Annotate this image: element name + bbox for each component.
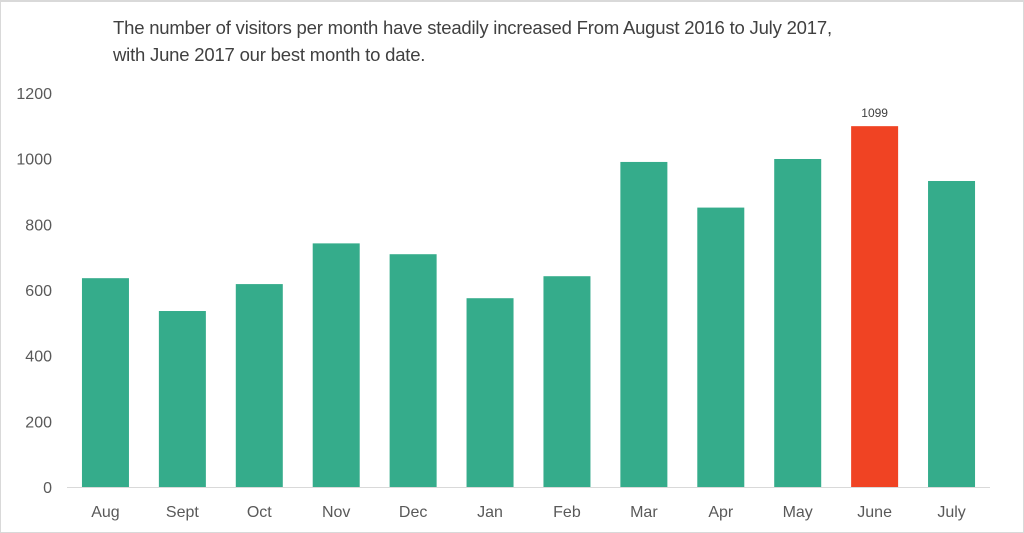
bar [466,298,514,487]
y-tick-label: 1000 [16,152,52,169]
bar [235,284,283,487]
x-tick-label: Dec [399,504,427,521]
x-tick-label: July [937,504,965,521]
x-tick-label: Jan [477,504,503,521]
x-tick-label: May [783,504,813,521]
bar [774,158,822,487]
x-tick-label: Apr [708,504,734,521]
y-tick-label: 800 [25,217,52,234]
y-tick-label: 400 [25,349,52,366]
bar [158,311,206,487]
bar [81,278,129,487]
bar [543,276,591,487]
bar-highlight [851,126,899,487]
bar-chart: 0 200 400 600 800 1000 1200 Aug Sept Oct Nov Dec Jan… [16,86,990,521]
x-tick-label: Nov [322,504,350,521]
bar [312,243,360,487]
y-tick-label: 0 [43,480,52,497]
y-tick-label: 1200 [16,86,52,103]
bar [697,207,745,488]
x-tick-label: Sept [166,504,199,521]
x-tick-label: Aug [91,504,119,521]
bar [389,254,437,487]
data-label: 1099 [861,106,888,120]
x-tick-label: Feb [553,504,581,521]
bar [620,161,668,487]
y-tick-label: 600 [25,283,52,300]
y-tick-label: 200 [25,414,52,431]
bar [928,180,976,487]
x-tick-label: Oct [247,504,272,521]
x-tick-label: June [857,504,892,521]
x-tick-label: Mar [630,504,658,521]
